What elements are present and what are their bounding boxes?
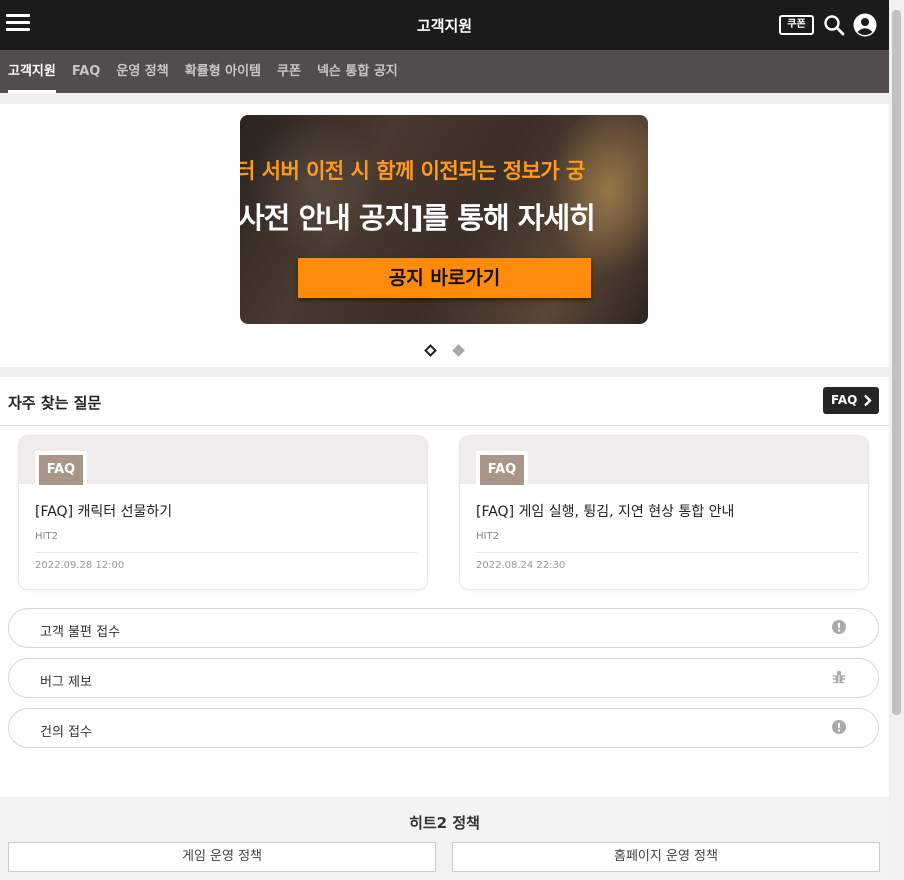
coupon-icon[interactable]: 쿠폰 xyxy=(779,15,814,35)
carousel-dot-2[interactable] xyxy=(452,344,465,357)
faq-card-date: 2022.08.24 22:30 xyxy=(476,560,566,571)
faq-more-label: FAQ xyxy=(831,393,858,407)
section-gap xyxy=(0,367,889,377)
faq-section-header: 자주 찾는 질문 FAQ xyxy=(0,377,889,426)
bug-report-button[interactable]: 버그 제보 xyxy=(8,658,879,698)
tab-operation-policy[interactable]: 운영 정책 xyxy=(116,50,168,93)
banner-line-1: 터 서버 이전 시 함께 이전되는 정보가 궁 xyxy=(240,159,585,183)
faq-card-date: 2022.09.28 12:00 xyxy=(35,560,125,571)
suggestion-button[interactable]: 건의 접수 xyxy=(8,708,879,748)
carousel-dot-1[interactable] xyxy=(424,344,437,357)
scrollbar[interactable] xyxy=(889,0,904,880)
faq-badge: FAQ xyxy=(39,455,83,485)
banner-cta-button[interactable]: 공지 바로가기 xyxy=(298,258,591,298)
tab-probability-items[interactable]: 확률형 아이템 xyxy=(185,50,261,93)
tab-coupon[interactable]: 쿠폰 xyxy=(277,50,301,93)
faq-card-game: HIT2 xyxy=(35,531,58,542)
tab-nexon-notice[interactable]: 넥슨 통합 공지 xyxy=(317,50,398,93)
faq-card-game: HIT2 xyxy=(476,531,499,542)
faq-section-title: 자주 찾는 질문 xyxy=(8,394,102,412)
suggestion-label: 건의 접수 xyxy=(40,725,92,740)
tab-faq[interactable]: FAQ xyxy=(72,50,101,93)
faq-more-button[interactable]: FAQ xyxy=(823,387,879,414)
faq-card[interactable]: FAQ [FAQ] 게임 실행, 튕김, 지연 현상 통합 안내 HIT2 20… xyxy=(459,435,869,590)
policy-section: 히트2 정책 게임 운영 정책 홈페이지 운영 정책 xyxy=(0,797,889,880)
homepage-policy-button[interactable]: 홈페이지 운영 정책 xyxy=(452,842,880,872)
page: 고객지원 쿠폰 고객지원 FAQ 운영 정책 확률형 아이템 쿠폰 넥슨 통합 … xyxy=(0,0,889,880)
scrollbar-thumb[interactable] xyxy=(892,10,901,715)
alert-icon xyxy=(832,620,846,634)
search-icon[interactable] xyxy=(823,14,845,36)
alert-icon xyxy=(832,720,846,734)
game-policy-button[interactable]: 게임 운영 정책 xyxy=(8,842,436,872)
banner-slide[interactable]: 터 서버 이전 시 함께 이전되는 정보가 궁 사전 안내 공지]를 통해 자세… xyxy=(240,115,648,324)
top-bar: 고객지원 쿠폰 xyxy=(0,0,889,50)
faq-card[interactable]: FAQ [FAQ] 캐릭터 선물하기 HIT2 2022.09.28 12:00 xyxy=(18,435,428,590)
sub-navigation: 고객지원 FAQ 운영 정책 확률형 아이템 쿠폰 넥슨 통합 공지 xyxy=(0,50,889,93)
complaint-label: 고객 불편 접수 xyxy=(40,625,121,640)
bug-icon xyxy=(833,670,845,684)
chevron-right-icon xyxy=(864,394,872,407)
faq-badge: FAQ xyxy=(480,455,524,485)
account-icon[interactable] xyxy=(853,13,877,37)
policy-title: 히트2 정책 xyxy=(409,814,480,832)
bug-report-label: 버그 제보 xyxy=(40,675,92,690)
banner-line-2: 사전 안내 공지]를 통해 자세히 xyxy=(240,201,596,235)
faq-card-title: [FAQ] 게임 실행, 튕김, 지연 현상 통합 안내 xyxy=(476,504,735,520)
section-gap xyxy=(0,93,889,104)
faq-cards: FAQ [FAQ] 캐릭터 선물하기 HIT2 2022.09.28 12:00… xyxy=(0,426,889,609)
page-title: 고객지원 xyxy=(416,17,473,35)
faq-card-title: [FAQ] 캐릭터 선물하기 xyxy=(35,504,173,520)
tab-support[interactable]: 고객지원 xyxy=(8,50,56,93)
banner-carousel: 터 서버 이전 시 함께 이전되는 정보가 궁 사전 안내 공지]를 통해 자세… xyxy=(0,104,889,367)
carousel-dots xyxy=(0,340,889,359)
complaint-button[interactable]: 고객 불편 접수 xyxy=(8,608,879,648)
